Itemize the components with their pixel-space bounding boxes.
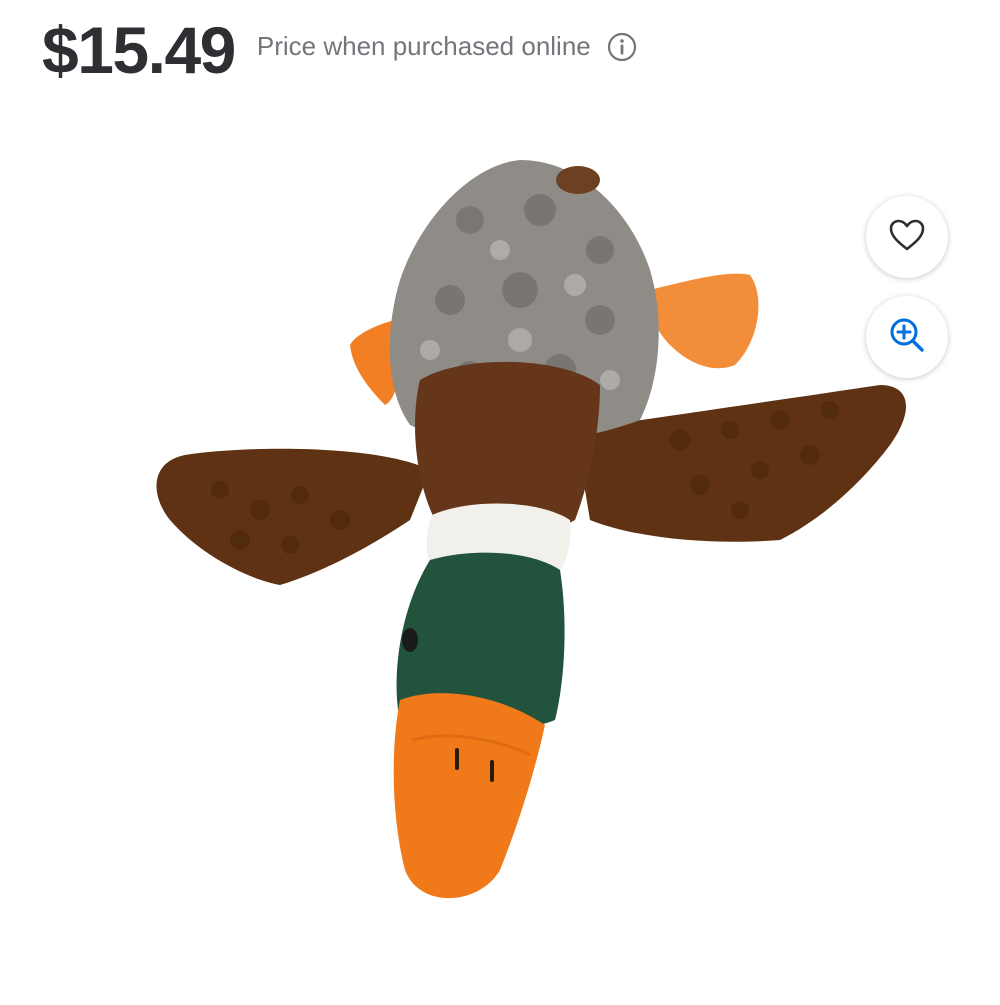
toy-left-wing (156, 448, 431, 585)
toy-beak (393, 693, 545, 899)
price-note: Price when purchased online (256, 31, 591, 61)
zoom-button[interactable] (866, 296, 948, 378)
product-price: $15.49 (42, 13, 236, 87)
product-image[interactable] (0, 100, 1000, 1000)
info-icon[interactable] (607, 32, 637, 62)
price-row: $15.49 Price when purchased online (42, 14, 637, 86)
heart-outline-icon (888, 218, 926, 257)
toy-right-foot (649, 273, 759, 369)
favorite-button[interactable] (866, 196, 948, 278)
zoom-in-icon (887, 315, 927, 360)
toy-nostril-right (490, 760, 494, 782)
toy-tail (556, 166, 600, 194)
toy-eye (402, 628, 418, 652)
toy-nostril-left (455, 748, 459, 770)
